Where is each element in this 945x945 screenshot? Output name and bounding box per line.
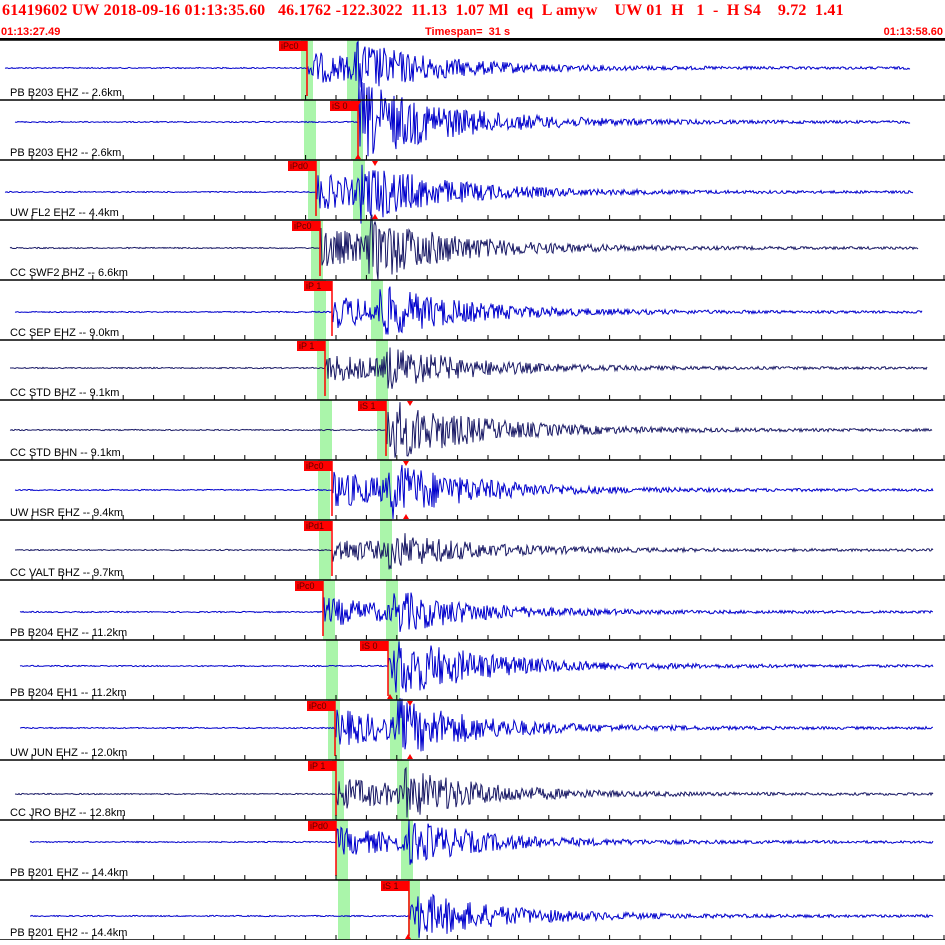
pick-flag-label: iPc0 [309,701,327,711]
amplitude-marker-icon [372,214,378,219]
pick-flag-label: iP 1 [299,341,314,351]
seismogram-plot[interactable]: iPc0 iS 0 iPd0 iPc0 iP 1 iP 1 iS 1 iPc0 iPd1 iPc0… [0,39,945,941]
pick-flag-label: iS 1 [383,881,399,891]
phase-pick-marker[interactable]: iPd0 [308,821,337,876]
pick-flag-label: iP 1 [310,761,325,771]
channel-label: PB B203 EHZ -- 2.6km [10,87,122,99]
waveform-trace[interactable] [14,82,911,157]
pick-flag-label: iP 1 [306,281,321,291]
channel-label: PB B203 EH2 -- 2.6km [10,147,122,159]
p-window-band [326,640,338,700]
seismogram-svg[interactable]: iPc0 iS 0 iPd0 iPc0 iP 1 iP 1 iS 1 iPc0 iPd1 iPc0… [0,39,945,941]
waveform-trace[interactable] [15,533,934,570]
amplitude-marker-icon [403,461,409,466]
pick-flag-label: iPd0 [310,821,328,831]
timespan-label: Timespan= 31 s [425,26,511,38]
waveform-trace[interactable] [10,347,928,389]
pick-flag-label: iPc0 [281,41,299,51]
end-time-label: 01:13:58.60 [883,26,943,38]
waveform-trace[interactable] [14,286,923,335]
channel-label: UW HSR EHZ -- 9.4km [10,507,124,519]
channel-label: CC STD BHZ -- 9.1km [10,387,120,399]
pick-flag-label: iPc0 [306,461,324,471]
waveform-trace[interactable] [14,464,934,520]
phase-pick-marker[interactable]: iS 1 [381,881,410,936]
pick-flag-label: iS 0 [332,101,348,111]
p-window-band [338,880,350,940]
pick-flag-label: iS 0 [362,641,378,651]
channel-label: CC SEP EHZ -- 9.0km [10,327,120,339]
channel-label: PB B204 EHZ -- 11.2km [10,627,128,639]
channel-label: CC SWF2 BHZ -- 6.6km [10,267,128,279]
waveform-trace[interactable] [19,698,934,752]
channel-label: PB B204 EH1 -- 11.2km [10,687,127,699]
amplitude-marker-icon [407,701,413,706]
waveform-trace[interactable] [9,214,919,280]
amplitude-marker-icon [372,161,378,166]
waveform-trace[interactable] [29,820,934,865]
start-time-label: 01:13:27.49 [1,26,61,38]
s-window-band [401,820,413,880]
amplitude-marker-icon [407,754,413,759]
waveform-trace[interactable] [30,893,934,938]
waveform-trace[interactable] [19,641,934,693]
channel-label: UW FL2 EHZ -- 4.4km [10,207,119,219]
pick-flag-label: iS 1 [360,401,376,411]
window-header: 61419602 UW 2018-09-16 01:13:35.60 46.17… [0,0,945,40]
amplitude-marker-icon [403,514,409,519]
pick-flag-label: iPd1 [306,521,324,531]
channel-label: UW JUN EHZ -- 12.0km [10,747,128,759]
waveform-trace[interactable] [14,766,934,818]
channel-label: PB B201 EHZ -- 14.4km [10,867,128,879]
amplitude-marker-icon [407,401,413,406]
pick-flag-label: iPc0 [294,221,312,231]
phase-pick-marker[interactable]: iPc0 [295,581,324,636]
channel-label: CC JRO BHZ -- 12.8km [10,807,126,819]
waveform-trace[interactable] [4,40,911,88]
channel-label: CC VALT BHZ -- 9.7km [10,567,124,579]
waveform-trace[interactable] [4,164,914,224]
waveform-trace[interactable] [19,592,934,632]
pick-flag-label: iPd0 [290,161,308,171]
event-summary-title: 61419602 UW 2018-09-16 01:13:35.60 46.17… [2,2,844,19]
phase-pick-marker[interactable]: iS 0 [360,641,389,696]
waveform-trace[interactable] [9,402,933,458]
p-window-band [304,100,316,160]
phase-pick-marker[interactable]: iP 1 [308,761,337,816]
channel-label: CC STD BHN -- 9.1km [10,447,121,459]
pick-flag-label: iPc0 [297,581,315,591]
channel-label: PB B201 EH2 -- 14.4km [10,927,128,939]
